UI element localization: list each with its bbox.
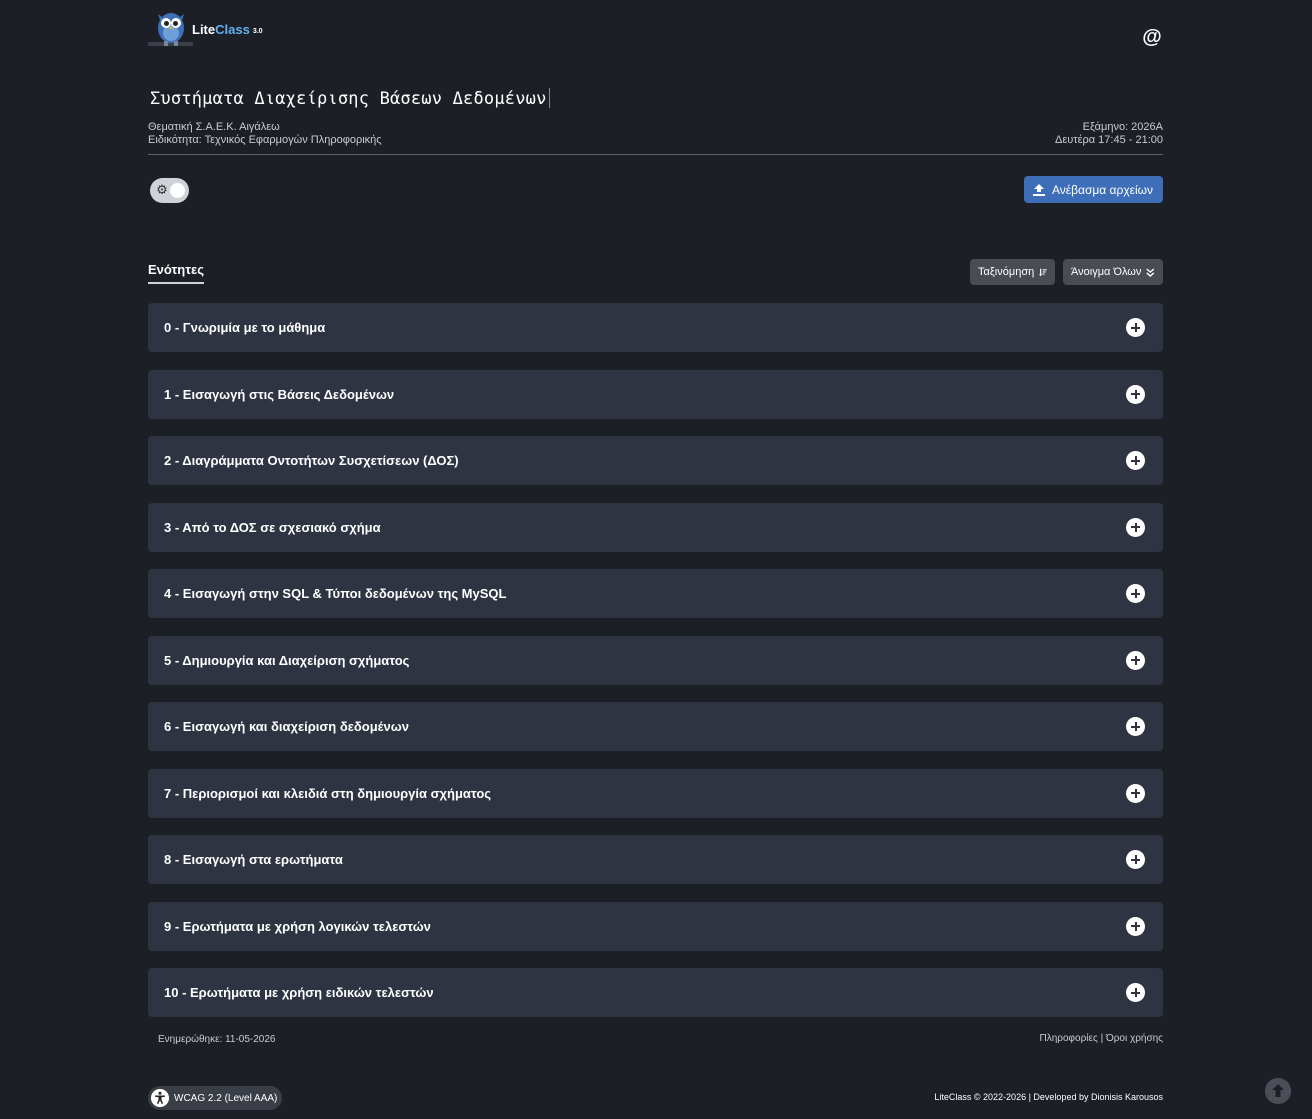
owl-logo[interactable] [148,6,194,50]
brand-version: 3.0 [252,28,263,35]
plus-circle-icon[interactable] [1126,783,1145,803]
plus-circle-icon[interactable] [1126,451,1145,470]
sort-label: Ταξινόμηση [978,266,1035,278]
wcag-badge[interactable]: WCAG 2.2 (Level AAA) [148,1086,283,1110]
section-item-2[interactable]: 2 - Διαγράμματα Οντοτήτων Συσχετίσεων (Δ… [148,436,1163,485]
section-title: 1 - Εισαγωγή στις Βάσεις Δεδομένων [164,386,395,402]
plus-circle-icon[interactable] [1126,916,1145,936]
schedule: Δευτέρα 17:45 - 21:00 [1054,134,1163,146]
plus-circle-icon[interactable] [1126,717,1145,736]
section-item-5[interactable]: 5 - Δημιουργία και Διαχείριση σχήματος [148,635,1163,685]
sections-list: 0 - Γνωριμία με το μάθημα 1 - Εισαγωγή σ… [148,303,1163,1035]
open-all-label: Άνοιγμα Όλων [1071,266,1142,278]
upload-files-button[interactable]: Ανέβασμα αρχείων [1023,176,1163,203]
specialty: Ειδικότητα: Τεχνικός Εφαρμογών Πληροφορι… [148,134,382,146]
course-meta-right: Εξάμηνο: 2026Α Δευτέρα 17:45 - 21:00 [1055,121,1163,147]
section-title: 7 - Περιορισμοί και κλειδιά στη δημιουργ… [164,785,492,801]
top-bar: LiteClass 3.0 @ [148,0,1163,60]
header-divider [148,154,1163,155]
section-item-10[interactable]: 10 - Ερωτήματα με χρήση ειδικών τελεστών [148,968,1163,1017]
section-item-3[interactable]: 3 - Από το ΔΟΣ σε σχεσιακό σχήμα [148,502,1163,552]
course-meta-left: Θεματική Σ.Α.Ε.Κ. Αιγάλεω Ειδικότητα: Τε… [148,121,382,147]
at-icon[interactable]: @ [1141,26,1163,48]
brand-class: Class [215,22,250,37]
sort-button[interactable]: Ταξινόμηση [970,259,1055,285]
wcag-label: WCAG 2.2 (Level AAA) [174,1092,278,1104]
section-item-0[interactable]: 0 - Γνωριμία με το μάθημα [148,303,1163,352]
accessibility-icon [151,1089,169,1107]
plus-circle-icon[interactable] [1126,318,1145,337]
section-title: 9 - Ερωτήματα με χρήση λογικών τελεστών [164,918,431,934]
scroll-to-top-button[interactable] [1265,1078,1291,1104]
section-item-1[interactable]: 1 - Εισαγωγή στις Βάσεις Δεδομένων [148,369,1163,419]
brand-name[interactable]: LiteClass 3.0 [192,22,263,37]
semester: Εξάμηνο: 2026Α [1082,121,1163,133]
last-updated: Ενημερώθηκε: 11-05-2026 [158,1034,276,1045]
section-title: 10 - Ερωτήματα με χρήση ειδικών τελεστών [164,985,434,1000]
section-title: 8 - Εισαγωγή στα ερωτήματα [164,852,343,867]
section-title: 2 - Διαγράμματα Οντοτήτων Συσχετίσεων (Δ… [164,453,459,468]
section-title: 3 - Από το ΔΟΣ σε σχεσιακό σχήμα [164,519,381,535]
info-link[interactable]: Πληροφορίες [1040,1033,1098,1044]
section-title: 6 - Εισαγωγή και διαχείριση δεδομένων [164,719,409,734]
plus-circle-icon[interactable] [1126,517,1145,537]
section-item-4[interactable]: 4 - Εισαγωγή στην SQL & Τύποι δεδομένων … [148,569,1163,618]
double-chevron-down-icon [1146,267,1155,277]
terms-link[interactable]: Όροι χρήσης [1106,1033,1163,1044]
course-title-text: Συστήματα Διαχείρισης Βάσεων Δεδομένων [150,89,547,109]
page: LiteClass 3.0 @ Συστήματα Διαχείρισης Βάσ… [148,0,1163,1110]
section-item-8[interactable]: 8 - Εισαγωγή στα ερωτήματα [148,835,1163,884]
open-all-button[interactable]: Άνοιγμα Όλων [1063,259,1163,285]
arrow-up-circle-icon [1265,1078,1291,1104]
gear-icon: ⚙ [156,182,168,197]
section-title: 0 - Γνωριμία με το μάθημα [164,320,326,335]
school-name: Θεματική Σ.Α.Ε.Κ. Αιγάλεω [148,121,280,133]
toggle-knob [170,183,185,198]
plus-circle-icon[interactable] [1126,850,1145,869]
brand-lite: Lite [192,22,216,37]
section-title: 5 - Δημιουργία και Διαχείριση σχήματος [164,652,410,668]
section-item-9[interactable]: 9 - Ερωτήματα με χρήση λογικών τελεστών [148,901,1163,951]
section-item-7[interactable]: 7 - Περιορισμοί και κλειδιά στη δημιουργ… [148,768,1163,818]
plus-circle-icon[interactable] [1126,650,1145,670]
theme-toggle[interactable]: ⚙ [150,178,189,203]
plus-circle-icon[interactable] [1126,384,1145,404]
footer-links: Πληροφορίες | Όροι χρήσης [1040,1033,1164,1044]
section-item-6[interactable]: 6 - Εισαγωγή και διαχείριση δεδομένων [148,702,1163,751]
plus-circle-icon[interactable] [1126,584,1145,603]
section-title: 4 - Εισαγωγή στην SQL & Τύποι δεδομένων … [164,586,507,601]
plus-circle-icon[interactable] [1126,983,1145,1002]
upload-icon [1032,183,1045,196]
upload-label: Ανέβασμα αρχείων [1051,182,1153,197]
copyright: LiteClass © 2022-2026 | Developed by Dio… [934,1092,1163,1102]
text-caret [548,88,550,108]
footer-separator: | [1100,1033,1104,1044]
page-title: Συστήματα Διαχείρισης Βάσεων Δεδομένων [150,88,550,109]
sort-icon [1039,268,1047,276]
sections-heading: Ενότητες [148,262,204,284]
